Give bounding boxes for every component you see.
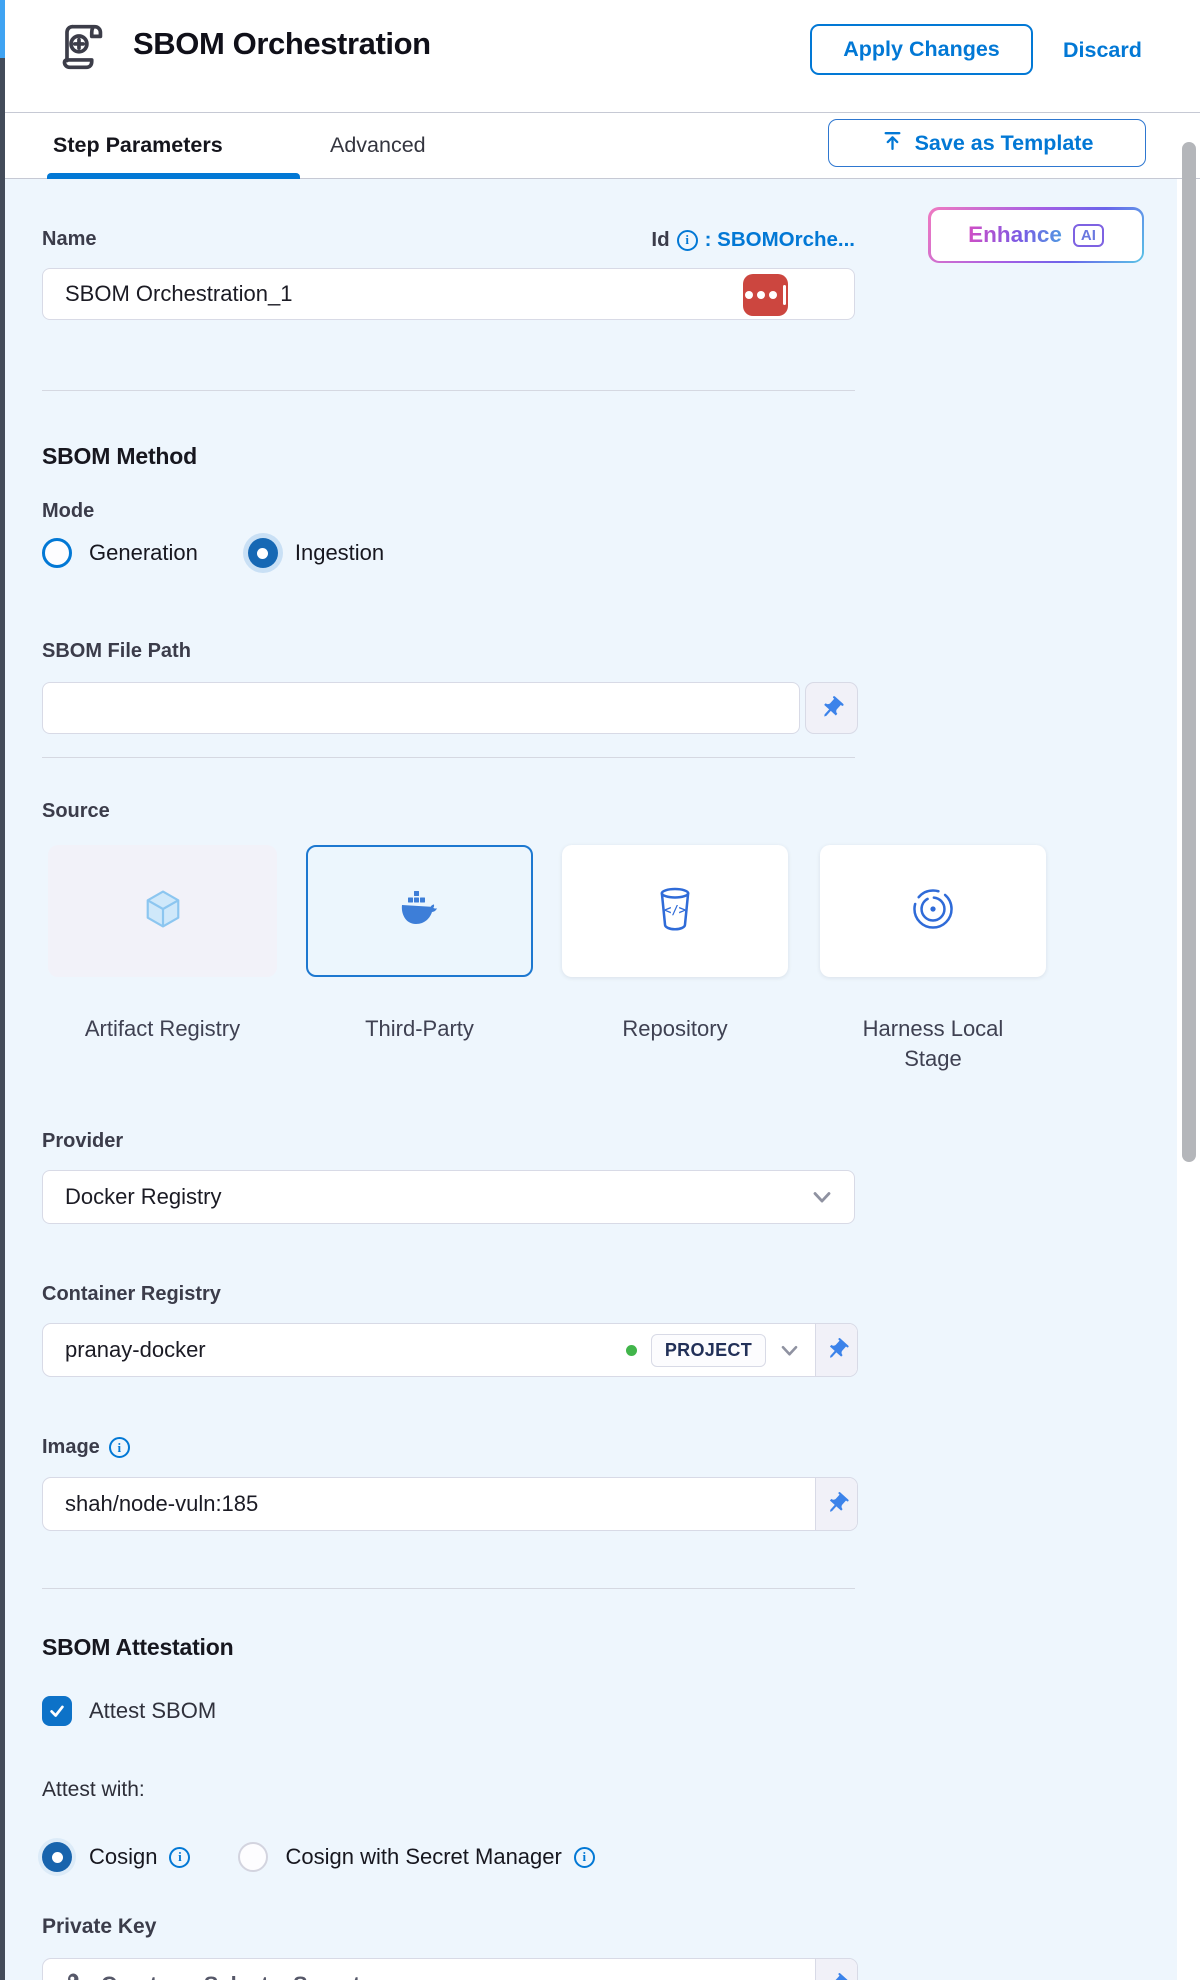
cube-icon [139,885,187,938]
chevron-down-icon[interactable] [812,1184,832,1210]
sbom-orchestration-panel: SBOM Orchestration Apply Changes Discard… [0,0,1200,1980]
radio-cosign[interactable] [42,1842,72,1872]
name-label: Name [42,228,96,251]
cursor-bar [783,285,786,305]
radio-cosign-secret-manager[interactable] [238,1842,268,1872]
source-card-artifact-registry[interactable] [48,845,277,977]
chevron-down-icon[interactable] [780,1337,799,1363]
apply-changes-button[interactable]: Apply Changes [810,24,1033,75]
provider-label: Provider [42,1130,123,1153]
radio-cosign-secret-manager-label[interactable]: Cosign with Secret Manager [285,1844,561,1870]
source-card-label: Harness Local Stage [835,1014,1031,1073]
cosign-secret-manager-info-icon[interactable] [574,1847,595,1868]
attest-with-label: Attest with: [42,1778,145,1802]
image-pin-button[interactable] [815,1478,857,1530]
id-info-icon[interactable] [677,230,698,251]
image-info-icon[interactable] [109,1437,130,1458]
sbom-file-path-input[interactable] [42,682,800,734]
scope-badge: PROJECT [651,1334,766,1367]
step-id-value[interactable]: : SBOMOrche... [705,228,855,252]
enhance-ai-button-inner: Enhance AI [931,210,1142,261]
name-input-value: SBOM Orchestration_1 [65,281,292,307]
enhance-label: Enhance [968,222,1062,248]
private-key-label: Private Key [42,1915,156,1939]
divider [42,1588,855,1589]
header: SBOM Orchestration Apply Changes Discard [5,0,1200,112]
radio-generation-label[interactable]: Generation [89,540,198,566]
source-label: Source [42,800,110,823]
id-prefix-label: Id [651,228,669,252]
save-as-template-label: Save as Template [915,131,1094,156]
dot [769,291,777,299]
scrollbar-thumb[interactable] [1182,142,1196,1162]
save-as-template-button[interactable]: Save as Template [828,119,1146,167]
image-label-row: Image [42,1436,130,1459]
private-key-secret-input[interactable]: Create or Select a Secret [43,1959,815,1980]
provider-value: Docker Registry [65,1184,221,1210]
ai-badge: AI [1073,224,1104,247]
sbom-file-path-pin-button[interactable] [805,682,858,734]
source-card-repository[interactable]: </> [562,845,788,977]
source-card-third-party[interactable] [306,845,533,977]
discard-button[interactable]: Discard [1063,38,1142,63]
step-id-row: Id : SBOMOrche... [480,228,855,252]
connector-status-dot [626,1345,637,1356]
image-label: Image [42,1436,100,1459]
repository-icon: </> [654,885,696,938]
radio-ingestion[interactable] [248,538,278,568]
radio-dot [257,548,268,559]
password-manager-extension-icon[interactable] [743,274,788,316]
divider [42,390,855,391]
sbom-file-path-label: SBOM File Path [42,640,191,663]
provider-select[interactable]: Docker Registry [42,1170,855,1224]
private-key-input-group: Create or Select a Secret [42,1958,858,1980]
container-registry-label: Container Registry [42,1283,221,1306]
source-card-harness-local-stage[interactable] [820,845,1046,977]
mode-label: Mode [42,500,94,523]
svg-text:</>: </> [664,903,686,917]
radio-dot [52,1852,63,1863]
radio-generation[interactable] [42,538,72,568]
mode-radio-group: Generation Ingestion [42,538,384,568]
container-registry-input-group: pranay-docker PROJECT [42,1323,858,1377]
image-input-group: shah/node-vuln:185 [42,1477,858,1531]
source-card-label: Repository [562,1014,788,1044]
dot [745,291,753,299]
upload-icon [881,129,904,158]
enhance-ai-button[interactable]: Enhance AI [928,207,1144,263]
container-registry-pin-button[interactable] [815,1324,857,1376]
tab-bar: Step Parameters Advanced Save as Templat… [5,112,1200,179]
tab-step-parameters[interactable]: Step Parameters [53,113,223,178]
sbom-scroll-icon [55,18,113,76]
private-key-pin-button[interactable] [815,1959,857,1980]
radio-ingestion-label[interactable]: Ingestion [295,540,384,566]
radio-cosign-label[interactable]: Cosign [89,1844,157,1870]
image-value: shah/node-vuln:185 [65,1491,799,1517]
tab-advanced[interactable]: Advanced [330,113,426,178]
source-card-label: Artifact Registry [48,1014,277,1044]
name-input[interactable]: SBOM Orchestration_1 [42,268,855,320]
container-registry-value: pranay-docker [65,1337,612,1363]
attest-sbom-label[interactable]: Attest SBOM [89,1698,216,1724]
dot [757,291,765,299]
sbom-method-heading: SBOM Method [42,443,197,470]
attest-with-radio-group: Cosign Cosign with Secret Manager [42,1842,595,1872]
private-key-secret-value: Create or Select a Secret [101,1972,360,1980]
cosign-info-icon[interactable] [169,1847,190,1868]
sbom-attestation-heading: SBOM Attestation [42,1634,233,1661]
attest-sbom-row: Attest SBOM [42,1696,216,1726]
page-title: SBOM Orchestration [133,26,431,62]
source-card-label: Third-Party [306,1014,533,1044]
attest-sbom-checkbox[interactable] [42,1696,72,1726]
container-registry-input[interactable]: pranay-docker PROJECT [43,1324,815,1376]
docker-icon [394,887,446,936]
stage-icon [909,885,957,938]
divider [42,757,855,758]
image-input[interactable]: shah/node-vuln:185 [43,1478,815,1530]
key-icon [65,1970,89,1980]
